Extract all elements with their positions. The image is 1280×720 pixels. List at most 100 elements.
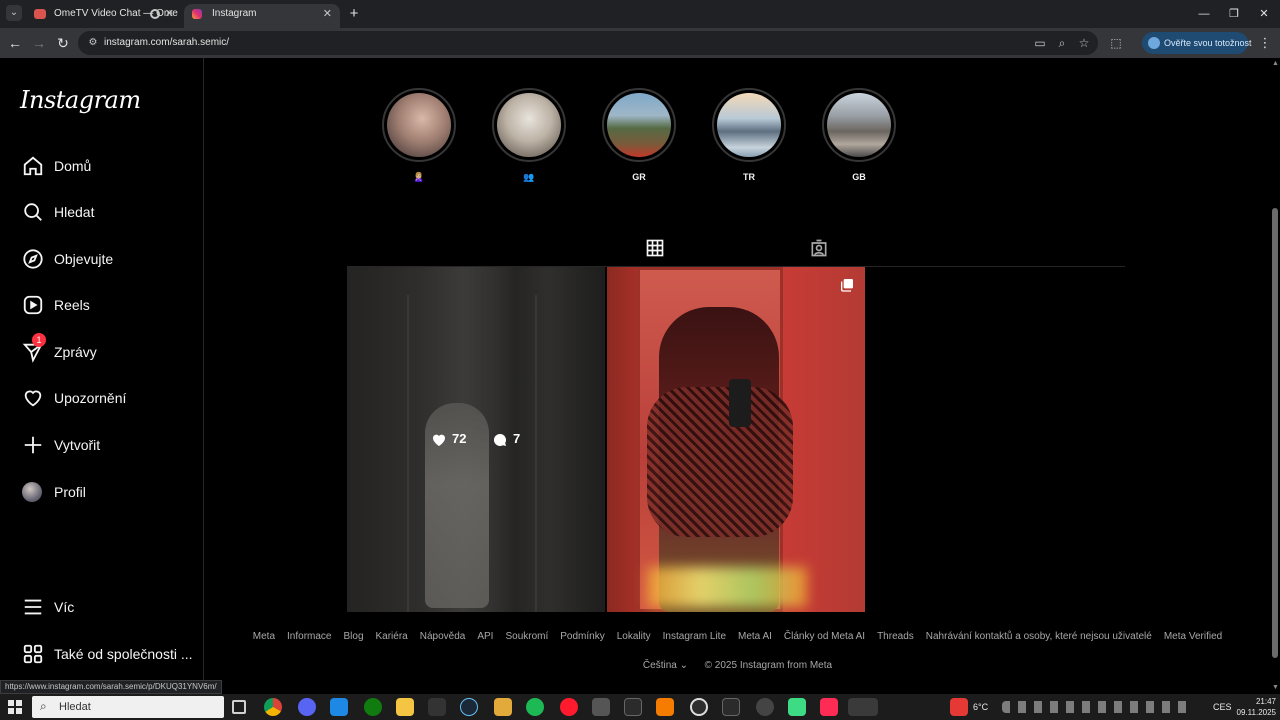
task-view-icon[interactable] (232, 700, 246, 714)
language-select[interactable]: Čeština ⌄ (643, 660, 688, 671)
tiktok-icon[interactable] (820, 698, 838, 716)
nav-profile[interactable]: Profil (18, 472, 194, 512)
footer-link[interactable]: Články od Meta AI (784, 631, 865, 642)
menu-icon (24, 599, 42, 615)
tab-search-button[interactable]: ⌄ (6, 5, 22, 21)
xbox-icon[interactable] (364, 698, 382, 716)
nav-search[interactable]: Hledat (18, 192, 194, 232)
reload-button[interactable]: ↻ (54, 34, 72, 52)
back-button[interactable]: ← (6, 34, 24, 52)
nav-more[interactable]: Víc (18, 587, 194, 627)
story-highlight[interactable]: GB (821, 88, 897, 184)
nav-messages[interactable]: 1 Zprávy (18, 332, 194, 372)
new-tab-button[interactable]: + (346, 4, 362, 24)
weather-icon[interactable] (950, 698, 968, 716)
instagram-favicon (192, 9, 202, 19)
page-scrollbar[interactable]: ▲ ▼ (1270, 58, 1280, 694)
nav-explore[interactable]: Objevujte (18, 239, 194, 279)
search-icon: ⌕ (40, 699, 47, 713)
likes-count: 72 (431, 431, 466, 451)
avatar (22, 482, 42, 502)
nav-label: Domů (54, 158, 92, 174)
app-icon[interactable] (656, 698, 674, 716)
cast-icon[interactable]: ▭ (1032, 35, 1048, 51)
site-info-icon[interactable]: ⚙ (86, 36, 100, 50)
app-icon[interactable] (756, 698, 774, 716)
app-icon[interactable] (722, 698, 740, 716)
nav-also-from-meta[interactable]: Také od společnosti ... (18, 634, 194, 674)
post-thumbnail[interactable] (607, 267, 865, 612)
search-placeholder: Hledat (59, 701, 91, 713)
close-tab-icon[interactable]: ✕ (165, 4, 174, 24)
forward-button[interactable]: → (30, 34, 48, 52)
tray-icons[interactable] (1002, 701, 1192, 713)
close-tab-icon[interactable]: ✕ (323, 4, 332, 24)
address-bar[interactable]: ⚙ instagram.com/sarah.semic/ ▭ ⌕ ☆ (78, 31, 1098, 55)
footer-link[interactable]: API (477, 631, 493, 642)
bookmark-star-icon[interactable]: ☆ (1076, 35, 1092, 51)
footer-link[interactable]: Instagram Lite (663, 631, 726, 642)
weather-temp[interactable]: 6°C (973, 694, 988, 720)
windows-taskbar: ⌕ Hledat 6°C CES 21:47 09.11.2025 (0, 694, 1280, 720)
story-highlight[interactable]: 👥 (491, 88, 567, 184)
highlight-thumbnail (607, 93, 671, 157)
nav-create[interactable]: Vytvořit (18, 425, 194, 465)
input-language[interactable]: CES (1213, 694, 1232, 720)
tab-instagram[interactable]: Instagram ✕ (184, 4, 340, 28)
story-highlight[interactable]: 🙎🏼‍♀️ (381, 88, 457, 184)
story-highlight[interactable]: TR (711, 88, 787, 184)
footer-link[interactable]: Kariéra (376, 631, 408, 642)
spotify-icon[interactable] (526, 698, 544, 716)
extensions-icon[interactable]: ⬚ (1108, 35, 1124, 51)
discord-icon[interactable] (298, 698, 316, 716)
highlight-label: 👥 (523, 172, 535, 182)
highlight-ring (712, 88, 786, 162)
zoom-icon[interactable]: ⌕ (1054, 35, 1070, 51)
story-highlight[interactable]: GR (601, 88, 677, 184)
tab-tagged[interactable] (792, 232, 846, 268)
browser-menu-icon[interactable]: ⋮ (1258, 34, 1272, 52)
epic-games-icon[interactable] (428, 698, 446, 716)
scroll-up-icon[interactable]: ▲ (1272, 60, 1279, 67)
footer-link[interactable]: Meta Verified (1164, 631, 1222, 642)
footer-link[interactable]: Meta AI (738, 631, 772, 642)
scroll-down-icon[interactable]: ▼ (1272, 684, 1279, 691)
close-window-button[interactable]: ✕ (1254, 4, 1274, 24)
start-button[interactable] (8, 700, 22, 714)
instagram-logo[interactable]: Instagram (20, 86, 141, 114)
verify-identity-button[interactable]: Ověřte svou totožnost (1142, 32, 1252, 54)
minimize-button[interactable]: — (1194, 4, 1214, 24)
footer-link[interactable]: Podmínky (560, 631, 604, 642)
scrollbar-thumb[interactable] (1272, 208, 1278, 658)
app-icon[interactable] (592, 698, 610, 716)
post-thumbnail[interactable]: 72 7 (347, 267, 605, 612)
app-icon[interactable] (690, 698, 708, 716)
footer-link[interactable]: Nahrávání kontaktů a osoby, které nejsou… (926, 631, 1152, 642)
terminal-icon[interactable] (624, 698, 642, 716)
opera-icon[interactable] (560, 698, 578, 716)
restore-button[interactable]: ❐ (1224, 4, 1244, 24)
app-icon[interactable] (494, 698, 512, 716)
nav-reels[interactable]: Reels (18, 285, 194, 325)
home-icon (23, 156, 43, 176)
nav-notifications[interactable]: Upozornění (18, 378, 194, 418)
file-explorer-icon[interactable] (396, 698, 414, 716)
chrome-active-icon[interactable] (848, 698, 878, 716)
chrome-icon[interactable] (264, 698, 282, 716)
footer-link[interactable]: Nápověda (420, 631, 466, 642)
footer-link[interactable]: Lokality (617, 631, 651, 642)
footer-link[interactable]: Blog (343, 631, 363, 642)
footer-link[interactable]: Meta (253, 631, 275, 642)
footer-link[interactable]: Soukromí (505, 631, 548, 642)
nav-home[interactable]: Domů (18, 146, 194, 186)
steam-icon[interactable] (460, 698, 478, 716)
app-icon[interactable] (788, 698, 806, 716)
footer-link[interactable]: Threads (877, 631, 914, 642)
url-text[interactable]: instagram.com/sarah.semic/ (104, 31, 229, 55)
tab-ometv[interactable]: OmeTV Video Chat — Ome ✕ (26, 4, 182, 28)
taskbar-search[interactable]: ⌕ Hledat (32, 696, 224, 718)
tab-posts-grid[interactable] (628, 232, 682, 268)
mail-icon[interactable] (330, 698, 348, 716)
taskbar-clock[interactable]: 21:47 09.11.2025 (1232, 696, 1276, 718)
footer-link[interactable]: Informace (287, 631, 331, 642)
